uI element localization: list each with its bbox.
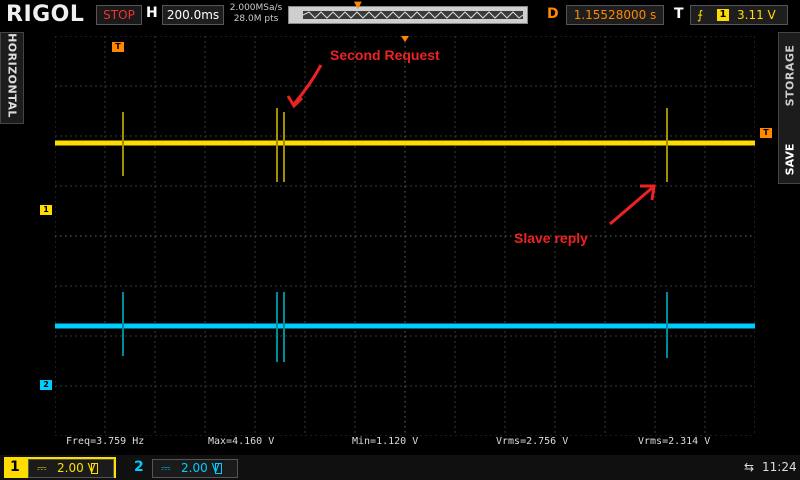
ch1-scale: 2.00 V — [57, 461, 96, 475]
waveform-display[interactable] — [55, 36, 755, 436]
horizontal-label: H — [146, 5, 158, 21]
rising-edge-icon: ⨍ — [697, 8, 704, 22]
usb-icon: ⇆ — [744, 460, 755, 474]
ch2-number: 2 — [134, 459, 144, 475]
timebase-value[interactable]: 200.0ms — [162, 5, 224, 25]
trigger-label: T — [674, 6, 684, 22]
memory-waveform-overview — [289, 7, 527, 23]
trigger-level: 3.11 V — [737, 8, 776, 22]
rigol-logo: RIGOL — [6, 2, 85, 27]
ch2-offset-marker[interactable]: 2 — [40, 380, 52, 390]
measurement-vrms-ch1: Vrms=2.756 V — [496, 436, 569, 447]
bandwidth-limit-icon — [91, 463, 98, 474]
measurement-min: Min=1.120 V — [352, 436, 419, 447]
horizontal-tab-label: HORIZONTAL — [5, 33, 19, 118]
system-clock: 11:24 — [762, 460, 797, 474]
ch1-scale-box[interactable]: ⎓ 2.00 V — [28, 459, 114, 478]
horizontal-menu-tab[interactable]: HORIZONTAL — [0, 32, 24, 124]
trigger-source: 1 — [717, 9, 729, 21]
run-stop-status[interactable]: STOP — [96, 5, 142, 25]
delay-label: D — [547, 6, 559, 22]
sample-rate: 2.000MSa/s — [229, 3, 283, 13]
measurement-max: Max=4.160 V — [208, 436, 275, 447]
annotation-second-request: Second Request — [330, 47, 440, 63]
trigger-level-marker[interactable]: T — [760, 128, 772, 138]
bandwidth-limit-icon — [215, 463, 222, 474]
ch2-settings[interactable]: 2 ⎓ 2.00 V — [128, 457, 240, 478]
sample-info: 2.000MSa/s 28.0M pts — [228, 3, 284, 25]
arrow-slave-reply-icon — [609, 184, 656, 226]
memory-overview-band[interactable] — [288, 6, 528, 24]
trigger-position-marker-t[interactable]: T — [112, 42, 124, 52]
memory-depth: 28.0M pts — [233, 14, 279, 24]
delay-value[interactable]: 1.15528000 s — [566, 5, 664, 25]
ch2-scale: 2.00 V — [181, 461, 220, 475]
storage-tab-label: STORAGE — [783, 44, 797, 107]
ch1-settings[interactable]: 1 ⎓ 2.00 V — [4, 457, 116, 478]
bottom-channel-bar: 1 ⎓ 2.00 V 2 ⎓ 2.00 V ⇆ 11:24 — [0, 455, 800, 480]
ch1-number: 1 — [10, 459, 20, 475]
trigger-position-marker: ▼ — [354, 0, 362, 11]
trigger-settings[interactable]: ⨍ 1 3.11 V — [690, 5, 788, 25]
annotation-slave-reply: Slave reply — [514, 230, 588, 246]
ch1-offset-marker[interactable]: 1 — [40, 205, 52, 215]
measurement-freq: Freq=3.759 Hz — [66, 436, 145, 447]
dc-coupling-icon: ⎓ — [161, 461, 171, 475]
measurement-vrms-ch2: Vrms=2.314 V — [638, 436, 711, 447]
storage-menu-tab[interactable]: STORAGE SAVE — [778, 32, 800, 184]
top-status-bar: RIGOL STOP H 200.0ms 2.000MSa/s 28.0M pt… — [0, 0, 800, 30]
ch2-scale-box[interactable]: ⎓ 2.00 V — [152, 459, 238, 478]
save-tab-label: SAVE — [783, 143, 797, 176]
arrow-second-request-icon — [286, 64, 323, 109]
dc-coupling-icon: ⎓ — [37, 461, 47, 475]
